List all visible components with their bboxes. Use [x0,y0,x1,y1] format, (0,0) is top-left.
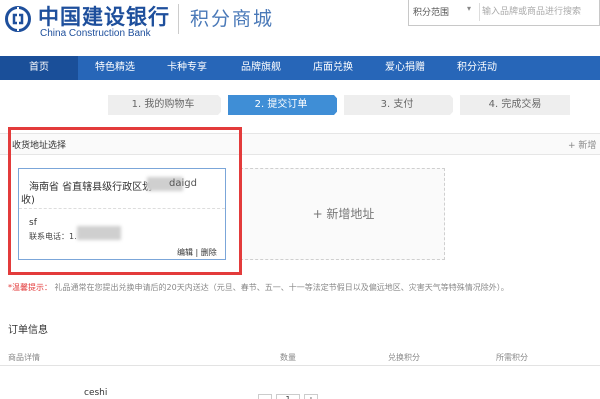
header: 中国建设银行 China Construction Bank 积分商城 积分范围… [0,0,600,52]
new-address-link[interactable]: + 新增 [568,138,596,151]
tip-label: *温馨提示： [8,283,52,292]
quantity-increase-button[interactable]: + [304,394,318,399]
col-required-points: 所需积分 [496,353,528,362]
mall-title: 积分商城 [190,8,275,30]
main-nav: 首页 特色精选 卡种专享 品牌旗舰 店面兑换 爱心捐赠 积分活动 [0,56,600,80]
search-bar: 积分范围 ▾ [408,0,600,26]
order-info-title: 订单信息 [8,325,48,336]
delivery-tip: *温馨提示： 礼品通常在您提出兑换申请后的20天内送达（元旦、春节、五一、十一等… [8,282,509,293]
nav-item-home[interactable]: 首页 [0,56,78,80]
nav-item-charity[interactable]: 爱心捐赠 [374,56,436,80]
step-complete: 4. 完成交易 [460,95,570,115]
quantity-input[interactable]: 1 [276,394,300,399]
nav-item-card-exclusive[interactable]: 卡种专享 [156,56,218,80]
order-item-name: ceshi [84,388,108,398]
header-divider [178,4,179,34]
ccb-logo-icon [5,6,31,32]
quantity-decrease-button[interactable]: - [258,394,272,399]
tip-text: 礼品通常在您提出兑换申请后的20天内送达（元旦、春节、五一、十一等法定节假日以及… [54,283,509,292]
search-scope-select[interactable]: 积分范围 [413,5,449,18]
chevron-down-icon[interactable]: ▾ [467,4,471,13]
checkout-steps: 1. 我的购物车 2. 提交订单 3. 支付 4. 完成交易 [108,95,578,115]
nav-item-points-activity[interactable]: 积分活动 [446,56,508,80]
highlight-frame [8,127,242,275]
search-input[interactable] [482,2,600,22]
bank-name-cn: 中国建设银行 [38,5,170,29]
col-product-details: 商品详情 [8,353,40,362]
step-cart: 1. 我的购物车 [108,95,218,115]
col-exchange-points: 兑换积分 [388,353,420,362]
nav-item-store-exchange[interactable]: 店面兑换 [302,56,364,80]
nav-item-brand-flagship[interactable]: 品牌旗舰 [230,56,292,80]
step-pay: 3. 支付 [344,95,450,115]
col-quantity: 数量 [280,353,296,362]
page: 中国建设银行 China Construction Bank 积分商城 积分范围… [0,0,600,399]
nav-item-featured[interactable]: 特色精选 [84,56,146,80]
add-address-box[interactable]: + 新增地址 [240,168,445,260]
add-address-label: + 新增地址 [312,207,375,221]
search-separator [479,3,480,21]
bank-name-en: China Construction Bank [40,28,151,39]
step-submit-order: 2. 提交订单 [228,95,334,115]
